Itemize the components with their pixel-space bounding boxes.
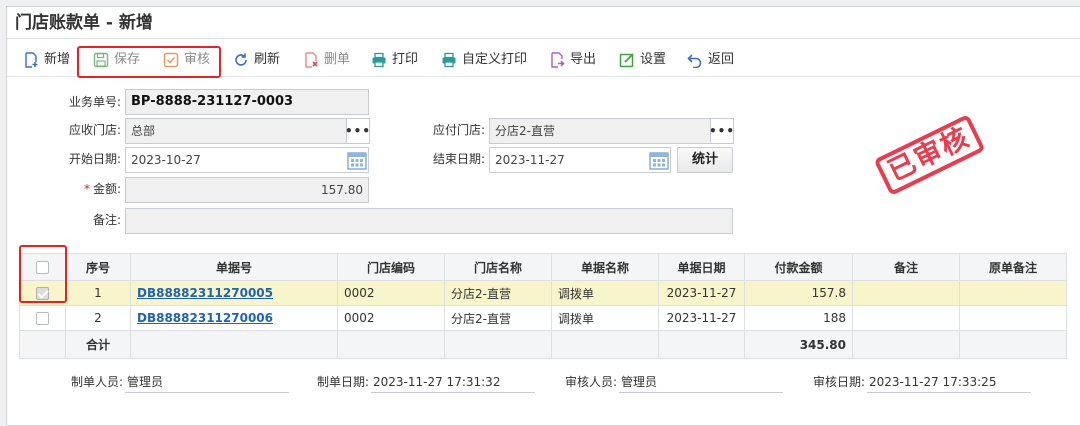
doc-no-field[interactable]: BP-8888-231127-0003	[125, 89, 369, 115]
end-date-label: 结束日期:	[432, 152, 485, 166]
new-doc-icon	[25, 52, 38, 68]
auditor-value: 管理员	[619, 371, 783, 393]
printer-icon	[372, 52, 386, 68]
detail-table: 序号 单据号 门店编码 门店名称 单据名称 单据日期 付款金额 备注 原单备注 …	[19, 253, 1067, 359]
more-dots-icon: •••	[345, 124, 372, 138]
cell-seq: 2	[65, 305, 131, 331]
calendar-icon[interactable]	[346, 149, 368, 171]
cell-store-code: 0002	[337, 280, 445, 306]
main-window: 门店账款单 - 新增 新增 保存 审核 刷新 删单 打印 自定义打印 导出 设置…	[6, 6, 1080, 426]
end-date-field[interactable]: 2023-11-27	[489, 147, 671, 173]
cell-store-name: 分店2-直营	[444, 280, 552, 306]
add-label: 新增	[44, 52, 71, 67]
printer-icon	[442, 52, 456, 68]
cell-doc-date: 2023-11-27	[658, 305, 745, 331]
print-button[interactable]: 打印	[371, 48, 418, 72]
doc-no-link[interactable]: DB88882311270005	[137, 286, 273, 300]
header-store-code: 门店编码	[337, 253, 445, 281]
cell-doc-name: 调拨单	[551, 280, 659, 306]
settings-button[interactable]: 设置	[619, 48, 666, 72]
page-title: 门店账款单 - 新增	[7, 7, 1080, 39]
settings-label: 设置	[640, 52, 667, 67]
pay-store-label: 应付门店:	[432, 123, 485, 137]
amount-field[interactable]: 157.80	[125, 177, 369, 203]
cell-doc-no: DB88882311270005	[130, 280, 338, 306]
header-store-name: 门店名称	[444, 253, 552, 281]
header-seq: 序号	[65, 253, 131, 281]
header-doc-name: 单据名称	[551, 253, 659, 281]
sum-amount: 345.80	[744, 330, 853, 359]
undo-icon	[687, 54, 702, 68]
back-button[interactable]: 返回	[687, 48, 734, 72]
custom-print-button[interactable]: 自定义打印	[441, 48, 527, 72]
doc-no-link[interactable]: DB88882311270006	[137, 311, 273, 325]
row-checkbox[interactable]	[36, 312, 49, 325]
print-label: 打印	[392, 52, 419, 67]
remark-label: 备注:	[92, 213, 121, 227]
remark-field[interactable]	[125, 208, 733, 234]
audit-date-label: 审核日期:	[813, 375, 866, 389]
delete-doc-icon	[305, 52, 318, 68]
table-row[interactable]: 1 DB88882311270005 0002 分店2-直营 调拨单 2023-…	[19, 280, 1067, 306]
cell-remark[interactable]	[852, 305, 960, 331]
cell-store-name: 分店2-直营	[444, 305, 552, 331]
export-icon	[551, 52, 565, 68]
sum-label: 合计	[65, 330, 131, 359]
cell-doc-date: 2023-11-27	[658, 280, 745, 306]
sum-empty-cell	[19, 330, 66, 359]
table-header-row: 序号 单据号 门店编码 门店名称 单据名称 单据日期 付款金额 备注 原单备注	[19, 253, 1067, 281]
auditor-label: 审核人员:	[565, 375, 618, 389]
doc-no-label: 业务单号:	[68, 95, 121, 109]
add-button[interactable]: 新增	[23, 48, 70, 72]
cell-seq: 1	[65, 280, 131, 306]
cell-remark[interactable]	[852, 280, 960, 306]
maker-value: 管理员	[125, 371, 289, 393]
highlight-box	[77, 46, 221, 78]
export-button[interactable]: 导出	[549, 48, 596, 72]
cell-doc-name: 调拨单	[551, 305, 659, 331]
table-summary-row: 合计 345.80	[19, 330, 1067, 359]
row-select-cell[interactable]	[19, 305, 66, 331]
amount-label: * 金额:	[83, 182, 121, 196]
cell-doc-no: DB88882311270006	[130, 305, 338, 331]
recv-store-label: 应收门店:	[68, 123, 121, 137]
pay-store-field[interactable]: 分店2-直营	[489, 118, 711, 144]
header-doc-date: 单据日期	[658, 253, 745, 281]
export-label: 导出	[570, 52, 597, 67]
more-dots-icon: •••	[709, 124, 736, 138]
cell-store-code: 0002	[337, 305, 445, 331]
cell-amount: 188	[744, 305, 853, 331]
back-label: 返回	[708, 52, 735, 67]
recv-store-field[interactable]: 总部	[125, 118, 347, 144]
cell-orig-remark	[959, 305, 1067, 331]
header-amount: 付款金额	[744, 253, 853, 281]
refresh-icon	[235, 53, 247, 66]
refresh-label: 刷新	[254, 52, 281, 67]
header-doc-no: 单据号	[130, 253, 338, 281]
recv-store-picker-button[interactable]: •••	[345, 118, 372, 144]
make-date-value: 2023-11-27 17:31:32	[371, 371, 535, 393]
header-remark: 备注	[852, 253, 960, 281]
audit-date-value: 2023-11-27 17:33:25	[867, 371, 1031, 393]
custom-print-label: 自定义打印	[462, 52, 528, 67]
highlight-box	[19, 245, 67, 303]
delete-button[interactable]: 删单	[303, 48, 350, 72]
calendar-icon[interactable]	[648, 149, 670, 171]
pay-store-picker-button[interactable]: •••	[709, 118, 736, 144]
start-date-field[interactable]: 2023-10-27	[125, 147, 369, 173]
cell-amount: 157.8	[744, 280, 853, 306]
header-orig-remark: 原单备注	[959, 253, 1067, 281]
statistics-button[interactable]: 统计	[677, 147, 733, 173]
audited-stamp: 已审核	[873, 114, 986, 196]
delete-label: 删单	[324, 52, 351, 67]
toolbar: 新增 保存 审核 刷新 删单 打印 自定义打印 导出 设置 返回	[7, 43, 1080, 78]
start-date-label: 开始日期:	[68, 152, 121, 166]
refresh-button[interactable]: 刷新	[233, 48, 280, 72]
required-marker: *	[83, 182, 90, 196]
table-row[interactable]: 2 DB88882311270006 0002 分店2-直营 调拨单 2023-…	[19, 305, 1067, 331]
edit-icon	[619, 53, 634, 68]
cell-orig-remark	[959, 280, 1067, 306]
make-date-label: 制单日期:	[317, 375, 370, 389]
maker-label: 制单人员:	[71, 375, 124, 389]
